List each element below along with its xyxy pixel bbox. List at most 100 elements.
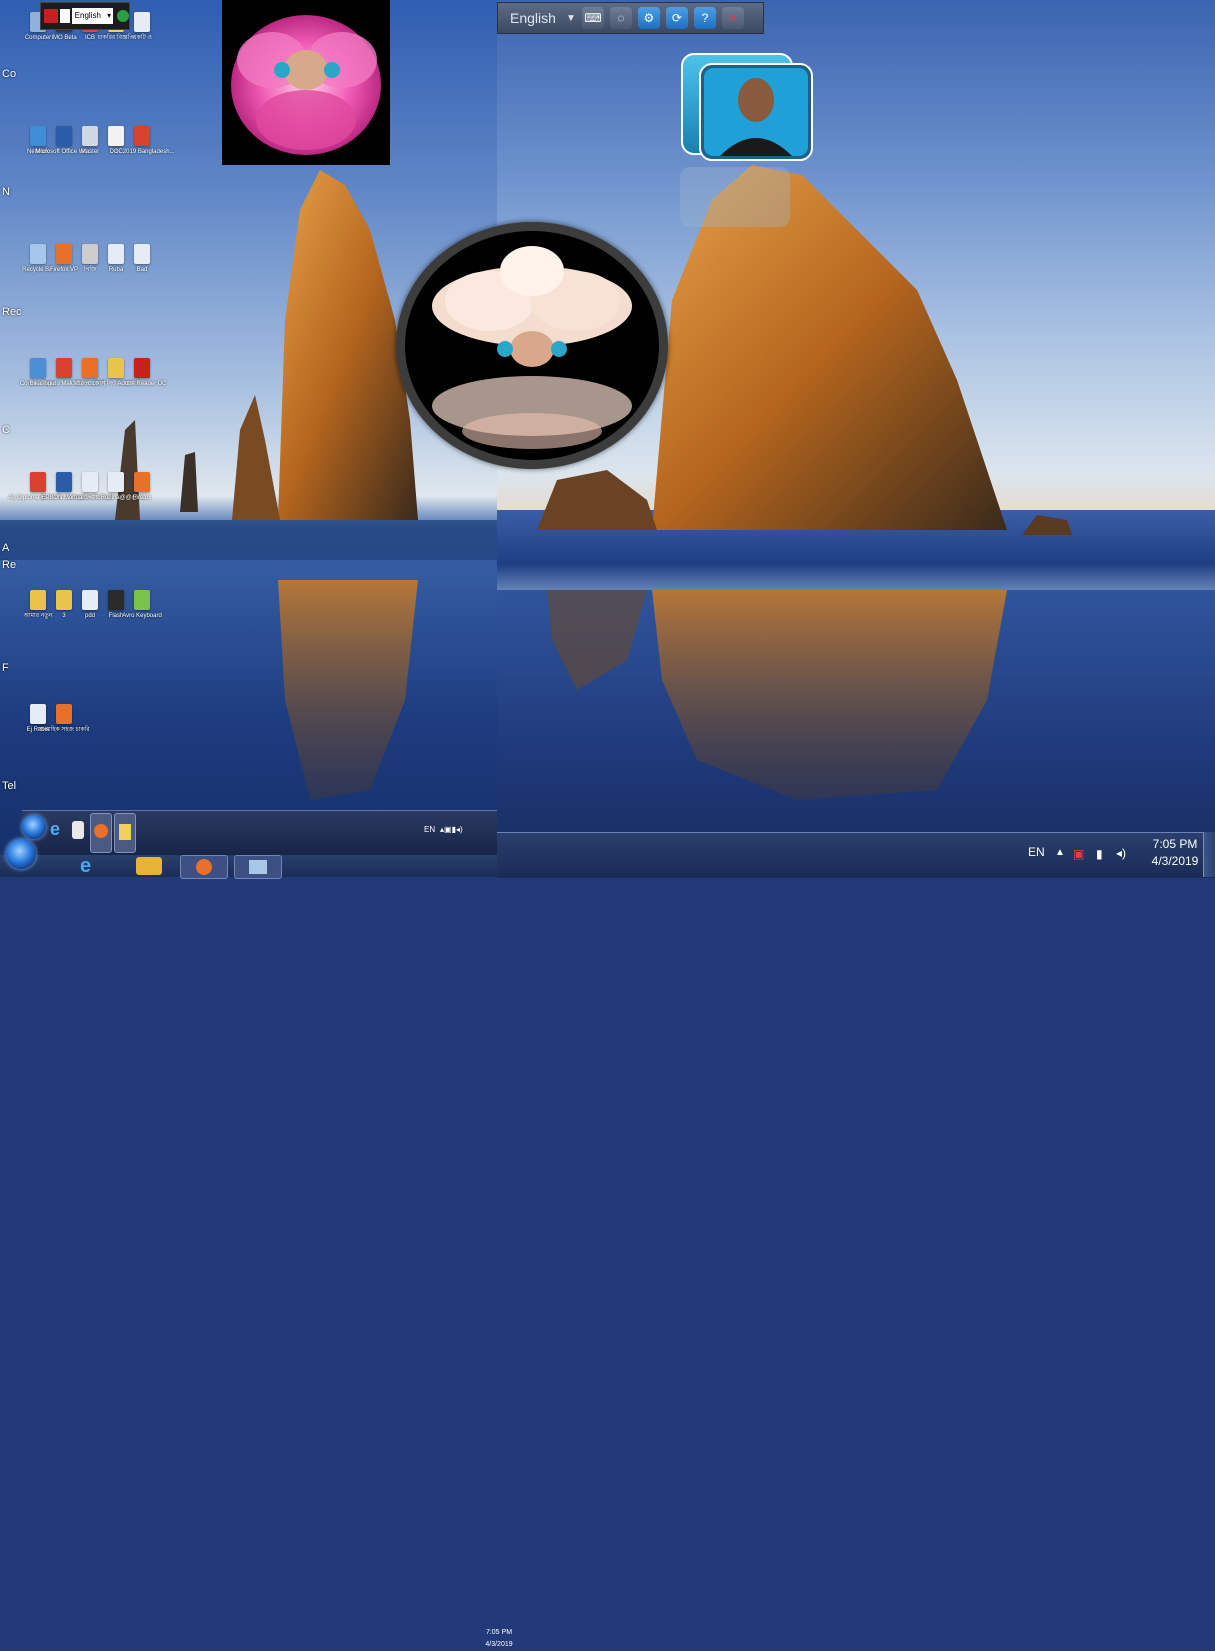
pink-rose-photo-frame[interactable] (222, 0, 390, 165)
help-icon[interactable]: ? (693, 7, 716, 29)
file-icon (134, 126, 150, 146)
flag-icon (44, 9, 58, 23)
file-icon (82, 244, 98, 264)
file-icon (56, 244, 72, 264)
pdf-icon (59, 9, 70, 23)
desktop-icon-label: IMO Beta (51, 35, 77, 41)
desktop-icon-label: Bad (136, 267, 148, 273)
file-icon (82, 472, 98, 492)
file-icon (30, 126, 46, 146)
file-icon (108, 244, 124, 264)
desktop-icon[interactable]: একটি ও (130, 12, 154, 42)
desktop-icon[interactable]: Ruba (104, 244, 128, 274)
white-rose-image (432, 246, 632, 449)
desktop-icon-label: Computer (24, 35, 52, 41)
sync-icon[interactable]: ⟳ (665, 7, 688, 29)
file-icon (56, 590, 72, 610)
desktop-icon[interactable]: Firefox (130, 472, 154, 502)
edge-label: A (2, 542, 10, 554)
desktop-icon-label: pdd (84, 613, 95, 619)
clock-date-small: 4/3/2019 (485, 1641, 513, 1648)
status-icon[interactable] (117, 10, 129, 22)
edge-label: C (2, 424, 10, 436)
file-icon (30, 704, 46, 724)
ie-icon[interactable]: e (80, 855, 91, 878)
firefox-taskbar-button[interactable] (90, 813, 112, 853)
chevron-down-icon: ▾ (107, 11, 112, 20)
desktop-icon[interactable]: সাপ্তাহিক সহজ চাকরি (38, 704, 90, 734)
show-desktop-button[interactable] (1203, 832, 1215, 877)
network-icon[interactable]: ▣ (1073, 847, 1084, 861)
settings-icon[interactable]: ⚙ (637, 7, 660, 29)
desktop-icon[interactable]: Firefox VP (50, 244, 79, 274)
volume-icon[interactable]: ◂) (1116, 846, 1126, 860)
explorer-taskbar-button[interactable] (114, 813, 136, 853)
desktop-icon-label: পিজি (83, 267, 97, 273)
desktop-icon[interactable]: pdd (78, 590, 102, 620)
desktop-icon[interactable]: আমার নতুন (24, 590, 52, 620)
edge-label: Re (2, 559, 17, 571)
language-bar-small[interactable]: English ▾ (40, 2, 130, 30)
desktop-icon-label: ICB (84, 35, 95, 41)
explorer-taskbar-button-main[interactable] (234, 855, 282, 879)
tray-language[interactable]: EN (1028, 845, 1045, 859)
desktop-icon-label: Master (80, 149, 100, 155)
firefox-taskbar-button-main[interactable] (180, 855, 228, 879)
desktop-icon-label: Firefox (132, 495, 152, 501)
mouse-icon[interactable]: ◌ (609, 7, 632, 29)
file-icon (30, 244, 46, 264)
desktop-icon[interactable]: Avro Keyboard (122, 590, 162, 620)
tray-language[interactable]: EN (424, 825, 435, 834)
edge-label: Tel (2, 780, 17, 792)
desktop-icon[interactable]: DOC2019 Bangladesh... (109, 126, 175, 156)
desktop-icon[interactable]: Bad (130, 244, 154, 274)
desktop-icon[interactable]: উপাত্ত Rubina@@@.d... (84, 472, 148, 502)
clock-small[interactable]: 7:05 PM 4/3/2019 (484, 1627, 514, 1651)
file-icon (82, 590, 98, 610)
taskbar: EN ▲ ▣ ▮ ◂) (497, 832, 1215, 878)
desktop-icon[interactable]: Master (78, 126, 102, 156)
show-hidden-icons[interactable]: ▲ (1055, 847, 1065, 858)
white-rose-reflection-frame[interactable] (396, 222, 668, 469)
file-icon (56, 704, 72, 724)
folder-icon[interactable] (136, 857, 162, 875)
file-icon (134, 244, 150, 264)
desktop-icon[interactable]: 3 (52, 590, 76, 620)
portrait-cube-frame[interactable] (680, 52, 814, 227)
start-button[interactable] (6, 839, 36, 869)
start-button-small[interactable] (22, 815, 46, 839)
desktop-icon[interactable]: Adobe Reader DC (117, 358, 167, 388)
file-icon (134, 472, 150, 492)
file-icon (108, 358, 124, 378)
edge-label: F (2, 662, 9, 674)
edge-label: N (2, 186, 10, 198)
desktop-icon[interactable]: পিজি (78, 244, 102, 274)
file-icon (56, 472, 72, 492)
media-icon[interactable] (72, 821, 84, 839)
desktop-icon-label: Ruba (108, 267, 124, 273)
keyboard-icon[interactable]: ⌨ (581, 7, 604, 29)
desktop-icon[interactable]: Bikashguru MakSBooks... (30, 358, 98, 388)
clock[interactable]: 7:05 PM 4/3/2019 (1145, 836, 1205, 870)
desktop-icon-label: Avro Keyboard (122, 613, 162, 619)
file-icon (56, 126, 72, 146)
ie-icon[interactable]: e (50, 819, 64, 839)
file-icon (30, 472, 46, 492)
desktop-icon-label: একটি ও (132, 35, 152, 41)
file-icon (108, 590, 124, 610)
desktop-icon-label: Firefox VP (50, 267, 79, 273)
rose-image (231, 15, 381, 155)
desktop-icon[interactable]: Recycle Bin (22, 244, 54, 274)
file-icon (134, 590, 150, 610)
tray-icons-small[interactable]: ▴▣▮◂) (440, 825, 463, 834)
language-bar[interactable]: English ▼ ⌨ ◌ ⚙ ⟳ ? ✕ (497, 2, 764, 34)
desktop-icon[interactable]: Microsoft Office Wo... (35, 126, 93, 156)
edge-label: Rec (2, 306, 22, 318)
battery-icon[interactable]: ▮ (1096, 847, 1103, 861)
desktop-icon-label: 3 (62, 613, 66, 619)
language-select-small[interactable]: English ▾ (71, 8, 114, 24)
close-icon[interactable]: ✕ (721, 7, 744, 29)
desktop-icon-label: Adobe Reader DC (117, 381, 167, 387)
language-select[interactable]: English (510, 10, 560, 26)
chevron-down-icon[interactable]: ▼ (566, 13, 576, 24)
